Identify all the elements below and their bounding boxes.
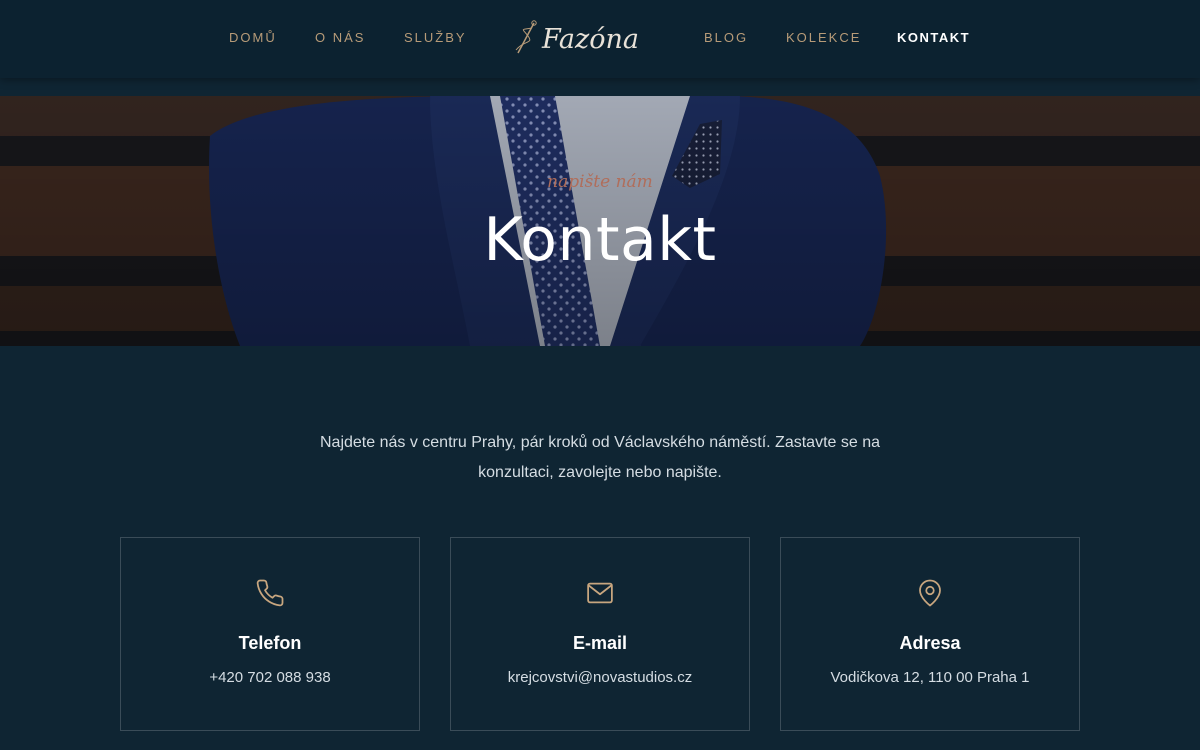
card-title: Adresa [899,633,961,653]
nav-item-blog[interactable]: BLOG [704,30,748,45]
top-navigation: DOMŮ O NÁS SLUŽBY Fazóna BLOG KOLEKCE KO… [0,0,1200,78]
contact-card-phone: Telefon +420 702 088 938 [120,537,420,731]
hero-kicker: napište nám [547,172,653,192]
nav-item-contact[interactable]: KONTAKT [897,30,970,45]
phone-icon [121,578,419,608]
street-address[interactable]: Vodičkova 12, 110 00 Praha 1 [781,669,1079,686]
logo-wordmark: Fazóna [541,24,639,55]
mail-icon [451,578,749,608]
nav-item-collections[interactable]: KOLEKCE [786,30,861,45]
nav-item-home[interactable]: DOMŮ [229,30,277,45]
intro-text: Najdete nás v centru Prahy, pár kroků od… [320,434,880,481]
needle-icon: Fazóna [515,20,639,55]
contact-card-email: E-mail krejcovstvi@novastudios.cz [450,537,750,731]
contact-card-address: Adresa Vodičkova 12, 110 00 Praha 1 [780,537,1080,731]
card-title: E-mail [572,633,628,653]
nav-item-services[interactable]: SLUŽBY [404,30,467,45]
card-title: Telefon [238,633,302,653]
email-address[interactable]: krejcovstvi@novastudios.cz [451,669,749,686]
page-title: Kontakt [483,205,717,275]
site-logo[interactable]: Fazóna [512,10,642,66]
map-pin-icon [781,578,1079,608]
phone-number[interactable]: +420 702 088 938 [121,669,419,686]
nav-item-about[interactable]: O NÁS [315,30,365,45]
